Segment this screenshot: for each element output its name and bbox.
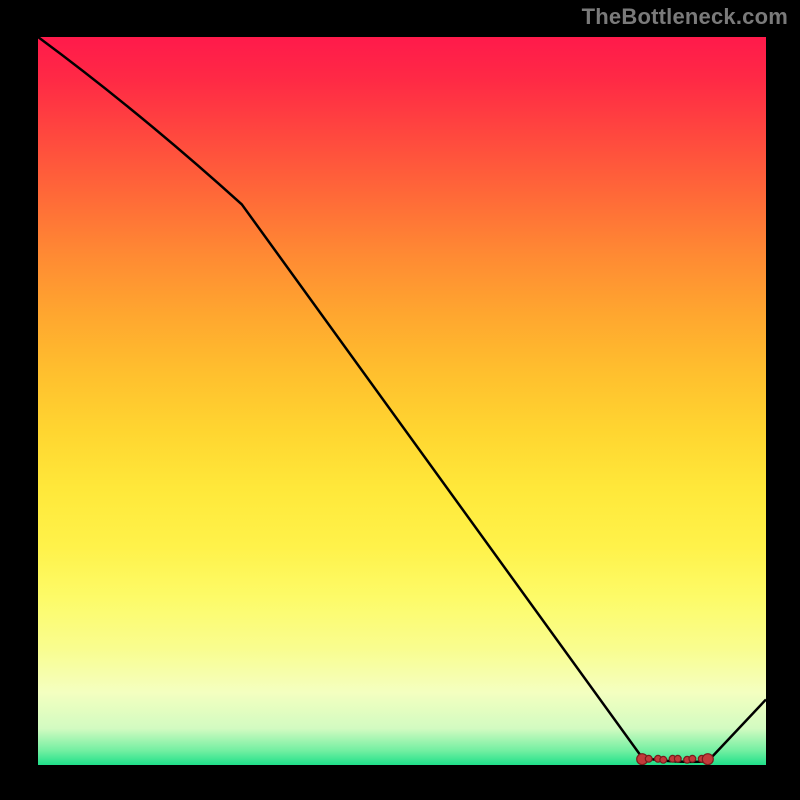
attribution-text: TheBottleneck.com: [582, 4, 788, 30]
plot-area: [38, 36, 766, 765]
bottleneck-curve: [38, 37, 766, 762]
marker-dot: [702, 754, 713, 765]
marker-dot: [689, 755, 696, 762]
marker-dot: [674, 755, 681, 762]
marker-dot: [660, 756, 667, 763]
marker-dot: [645, 755, 652, 762]
marker-group: [637, 754, 714, 765]
chart-canvas: TheBottleneck.com: [0, 0, 800, 800]
chart-overlay-svg: [38, 37, 766, 765]
